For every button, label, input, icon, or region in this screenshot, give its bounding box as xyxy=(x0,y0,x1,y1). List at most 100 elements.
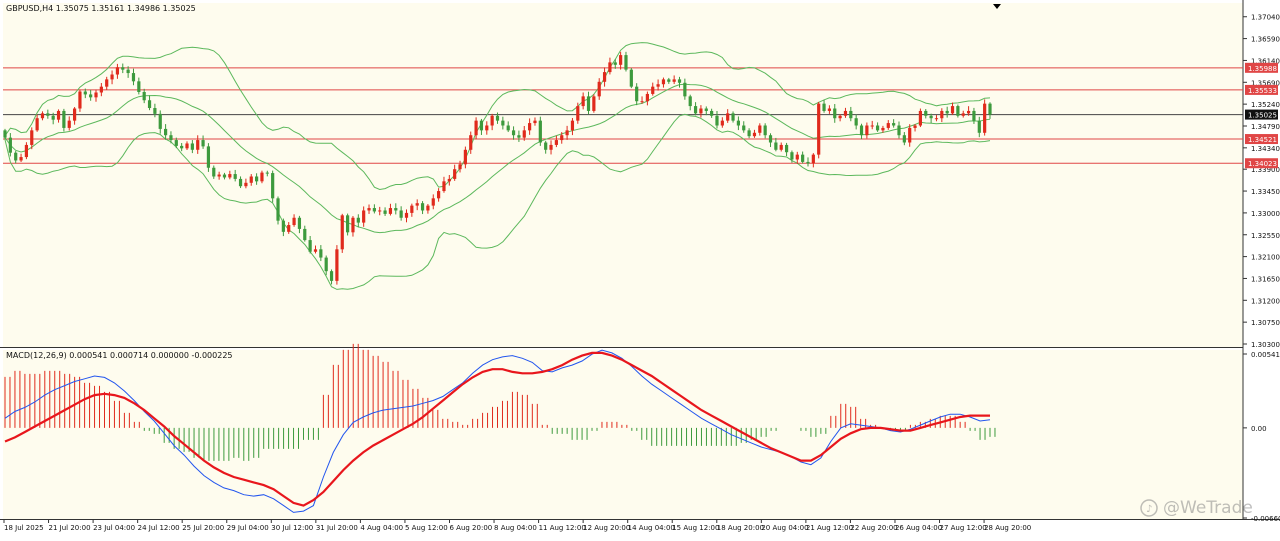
price-panel[interactable] xyxy=(3,3,1243,347)
candle-bull xyxy=(720,120,724,126)
candle-bull xyxy=(645,93,649,102)
candle-bull xyxy=(865,125,869,136)
candle-bull xyxy=(453,169,457,179)
candle-bull xyxy=(560,135,564,141)
wetrade-logo-glyph: ♪ xyxy=(1146,504,1152,515)
candle-bull xyxy=(918,110,923,126)
candle-bear xyxy=(8,137,12,153)
candle-bear xyxy=(308,240,312,252)
time-tick-label: 29 Jul 04:00 xyxy=(227,524,269,532)
candle-bear xyxy=(731,113,735,121)
candle-bear xyxy=(683,82,687,97)
candle-bull xyxy=(56,110,61,120)
candle-bull xyxy=(672,79,676,82)
candle-bear xyxy=(324,257,328,272)
candle-bear xyxy=(833,108,837,119)
candle-bull xyxy=(779,144,783,150)
price-tick-label: 1.30300 xyxy=(1251,341,1280,349)
gbpusd-h4-chart[interactable]: 1.370401.365901.361401.356901.352401.347… xyxy=(0,0,1280,537)
candle-bear xyxy=(988,103,992,115)
candle-bear xyxy=(3,130,7,138)
candle-bear xyxy=(121,67,125,70)
macd-header-label: MACD(12,26,9) 0.000541 0.000714 0.000000… xyxy=(6,351,233,360)
candle-bull xyxy=(592,96,596,111)
candle-bear xyxy=(233,174,237,179)
candle-bull xyxy=(313,249,318,252)
candle-bear xyxy=(14,152,18,161)
price-tick-label: 1.34340 xyxy=(1251,145,1280,153)
time-tick-label: 28 Aug 20:00 xyxy=(984,524,1031,532)
candle-bull xyxy=(431,198,435,206)
candle-bear xyxy=(710,110,714,116)
candle-bear xyxy=(137,81,141,92)
candle-bull xyxy=(827,108,832,111)
time-tick-label: 30 Jul 12:00 xyxy=(271,524,313,532)
candle-bull xyxy=(934,118,939,120)
candle-bear xyxy=(784,144,789,153)
price-tick-label: 1.32550 xyxy=(1251,232,1280,240)
candle-bull xyxy=(335,249,339,281)
candle-bull xyxy=(249,176,253,183)
candle-bear xyxy=(929,115,933,119)
candle-bear xyxy=(126,69,130,74)
candle-bear xyxy=(479,120,484,131)
candle-bear xyxy=(190,143,194,150)
candle-bear xyxy=(849,110,853,119)
price-tag-label: 1.34521 xyxy=(1248,136,1277,144)
time-tick-label: 24 Jul 12:00 xyxy=(138,524,180,532)
candle-bear xyxy=(420,203,425,211)
price-tick-label: 1.33000 xyxy=(1251,210,1280,218)
candle-bull xyxy=(570,120,575,131)
candle-bull xyxy=(533,120,537,124)
candle-bear xyxy=(613,62,617,65)
candle-bull xyxy=(287,225,291,232)
candle-bull xyxy=(581,96,585,107)
candle-bear xyxy=(822,103,826,111)
candle-bear xyxy=(281,220,285,232)
candle-bull xyxy=(447,178,451,182)
time-tick-label: 12 Aug 20:00 xyxy=(583,524,630,532)
watermark-text: @WeTrade xyxy=(1163,498,1253,518)
candle-bear xyxy=(736,120,740,126)
candle-bull xyxy=(811,154,815,164)
macd-tick-label: 0.00 xyxy=(1251,425,1267,433)
candle-bull xyxy=(597,81,601,97)
candle-bear xyxy=(742,125,746,131)
candle-bull xyxy=(463,149,467,165)
candle-bull xyxy=(940,110,944,119)
candle-bull xyxy=(367,208,371,211)
candle-bear xyxy=(875,125,880,131)
candle-bear xyxy=(255,176,259,182)
candle-bear xyxy=(747,130,751,137)
price-tick-label: 1.31200 xyxy=(1251,297,1280,305)
candle-bull xyxy=(640,101,644,103)
candle-bear xyxy=(902,135,906,143)
candle-bear xyxy=(715,115,719,126)
candle-bull xyxy=(490,115,494,126)
candle-bull xyxy=(886,123,890,128)
candle-bull xyxy=(565,130,569,136)
time-tick-label: 31 Jul 20:00 xyxy=(316,524,358,532)
candle-bull xyxy=(619,55,623,65)
price-tag-label: 1.34023 xyxy=(1248,160,1277,168)
candle-bear xyxy=(544,142,548,150)
candle-bear xyxy=(62,110,66,128)
candle-bear xyxy=(945,110,949,114)
candle-bull xyxy=(554,140,558,145)
candle-bear xyxy=(501,120,505,126)
price-tag-label: 1.35988 xyxy=(1248,65,1277,73)
candle-bull xyxy=(415,203,419,206)
candle-bear xyxy=(346,215,350,233)
candle-bear xyxy=(51,115,55,120)
candle-bull xyxy=(966,110,971,114)
candle-bear xyxy=(774,142,778,150)
candle-bear xyxy=(859,125,864,136)
candle-bull xyxy=(185,143,189,149)
candle-bull xyxy=(437,191,441,199)
candle-bear xyxy=(147,100,152,109)
time-tick-label: 23 Jul 04:00 xyxy=(93,524,135,532)
candle-bear xyxy=(972,110,976,121)
candle-bear xyxy=(704,108,708,111)
time-tick-label: 22 Aug 20:00 xyxy=(850,524,897,532)
candle-bull xyxy=(410,205,414,213)
